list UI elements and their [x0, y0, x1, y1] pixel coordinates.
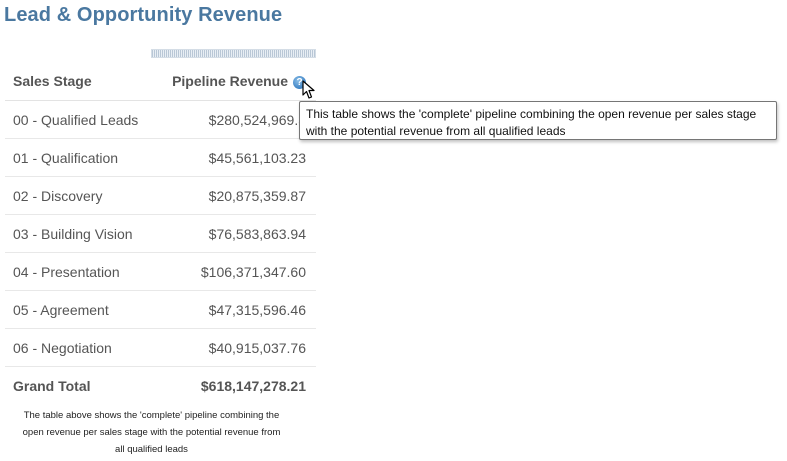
pipeline-revenue-label: Pipeline Revenue — [172, 73, 288, 89]
sales-stage-cell: 03 - Building Vision — [5, 214, 151, 253]
footnote-line: all qualified leads — [115, 444, 188, 455]
pipeline-revenue-cell: $40,915,037.76 — [150, 328, 316, 367]
sales-stage-cell: 05 - Agreement — [5, 290, 151, 329]
grand-total-value: $618,147,278.21 — [200, 377, 306, 394]
pipeline-revenue-table: Sales Stage Pipeline Revenue? 00 - Quali… — [5, 62, 316, 404]
table-row: 02 - Discovery $20,875,359.87 — [5, 176, 316, 215]
table-row: 01 - Qualification $45,561,103.23 — [5, 138, 316, 177]
sales-stage-cell: 04 - Presentation — [5, 252, 151, 291]
sales-stage-cell: 01 - Qualification — [5, 138, 151, 177]
pipeline-revenue-cell: $106,371,347.60 — [150, 252, 316, 291]
table-footnote: The table above shows the 'complete' pip… — [5, 407, 298, 458]
pipeline-revenue-cell: $45,561,103.23 — [150, 138, 316, 177]
pipeline-revenue-cell: $47,315,596.46 — [150, 290, 316, 329]
sales-stage-cell: 06 - Negotiation — [5, 328, 151, 367]
table-row: 03 - Building Vision $76,583,863.94 — [5, 214, 316, 253]
footnote-line: open revenue per sales stage with the po… — [22, 427, 281, 438]
help-tooltip: This table shows the 'complete' pipeline… — [299, 101, 777, 140]
table-row: 05 - Agreement $47,315,596.46 — [5, 290, 316, 329]
tooltip-line: This table shows the 'complete' pipeline… — [306, 107, 757, 121]
pipeline-revenue-cell: $20,875,359.87 — [150, 176, 316, 215]
sales-stage-cell: 00 - Qualified Leads — [5, 100, 151, 139]
table-row: 06 - Negotiation $40,915,037.76 — [5, 328, 316, 367]
table-header-row: Sales Stage Pipeline Revenue? — [5, 62, 316, 101]
tooltip-line: with the potential revenue from all qual… — [306, 124, 566, 138]
column-header-pipeline-revenue[interactable]: Pipeline Revenue? — [150, 62, 316, 101]
column-header-sales-stage[interactable]: Sales Stage — [5, 62, 151, 101]
cursor-arrow-icon — [302, 80, 315, 99]
pipeline-revenue-cell: $280,524,969.3 — [150, 100, 316, 139]
column-resize-handle[interactable] — [151, 49, 316, 58]
footnote-line: The table above shows the 'complete' pip… — [23, 410, 280, 421]
page-title: Lead & Opportunity Revenue — [4, 4, 283, 26]
table-row: 04 - Presentation $106,371,347.60 — [5, 252, 316, 291]
table-row: 00 - Qualified Leads $280,524,969.3 — [5, 100, 316, 139]
pipeline-revenue-cell: $76,583,863.94 — [150, 214, 316, 253]
sales-stage-cell: 02 - Discovery — [5, 176, 151, 215]
grand-total-label: Grand Total — [13, 377, 91, 394]
grand-total-row: Grand Total $618,147,278.21 — [5, 367, 316, 405]
